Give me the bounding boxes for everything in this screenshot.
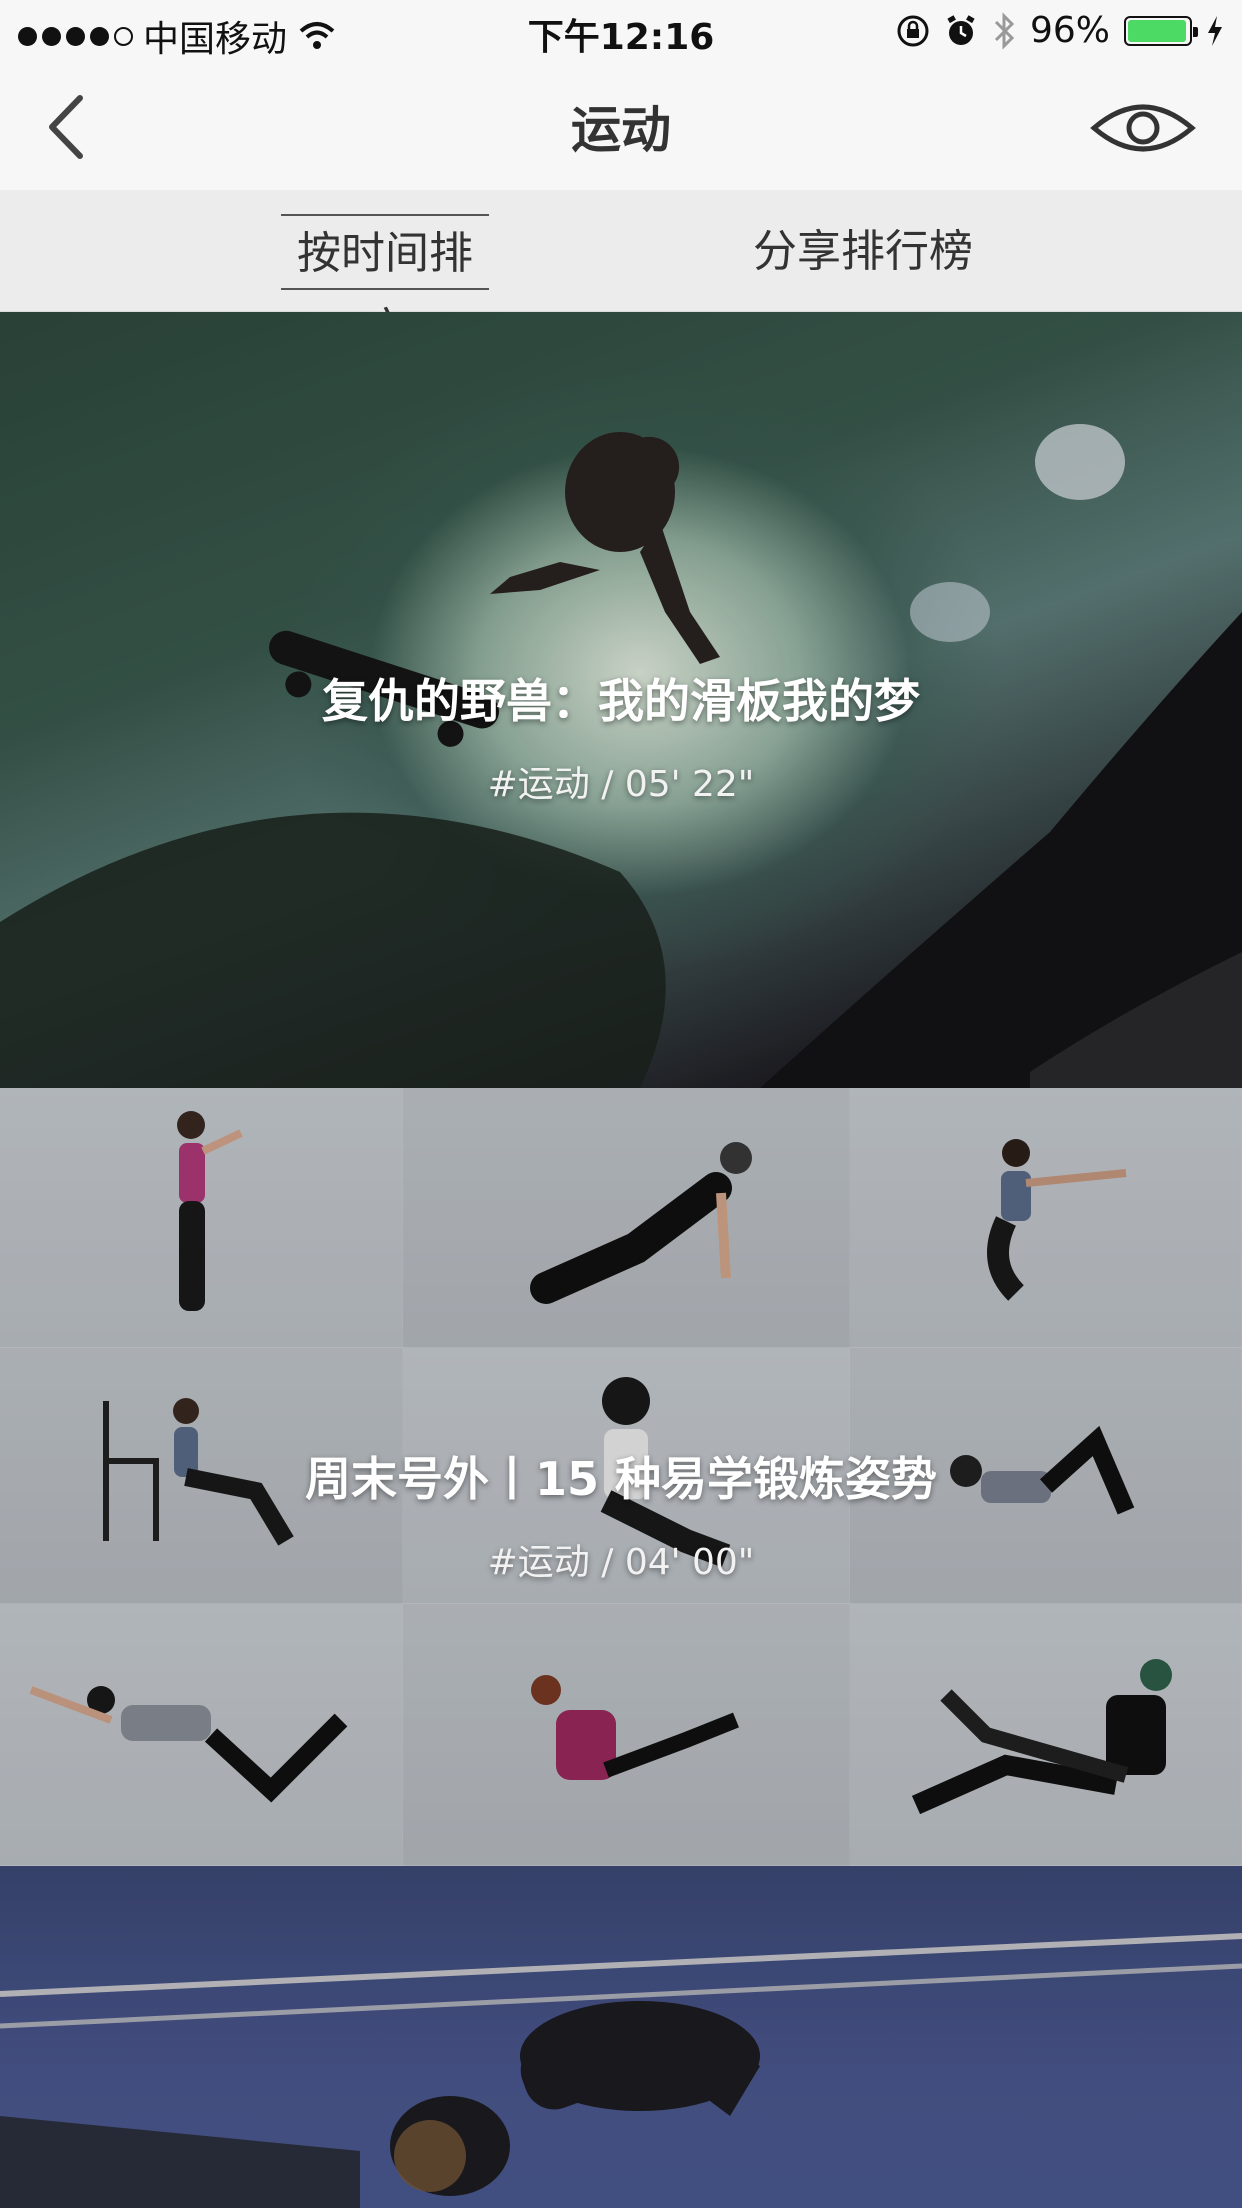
card-meta: #运动 / 04' 00" — [487, 1542, 755, 1583]
battery-icon — [1124, 15, 1198, 46]
eye-icon[interactable] — [1088, 98, 1198, 158]
status-bar: 中国移动 下午12:16 96% — [0, 0, 1242, 62]
card-overlay — [0, 1866, 1242, 2208]
tab-share-ranking[interactable]: 分享排行榜 — [752, 214, 974, 290]
sort-tabs: 按时间排序 分享排行榜 — [0, 190, 1242, 355]
charging-bolt-icon — [1208, 15, 1222, 46]
tab-sort-by-time[interactable]: 按时间排序 — [281, 214, 489, 355]
battery-percent: 96% — [1029, 10, 1110, 51]
status-right: 96% — [896, 10, 1224, 51]
video-card-motocross[interactable] — [0, 1866, 1242, 2208]
card-title: 周末号外丨15 种易学锻炼姿势 — [304, 1452, 938, 1506]
page-title: 运动 — [571, 101, 671, 159]
nav-bar: 运动 — [0, 62, 1242, 190]
alarm-icon — [947, 14, 975, 45]
card-title: 复仇的野兽：我的滑板我的梦 — [322, 674, 920, 728]
rotation-lock-icon — [897, 15, 929, 46]
bluetooth-icon — [994, 11, 1015, 50]
card-meta: #运动 / 05' 22" — [487, 764, 755, 805]
